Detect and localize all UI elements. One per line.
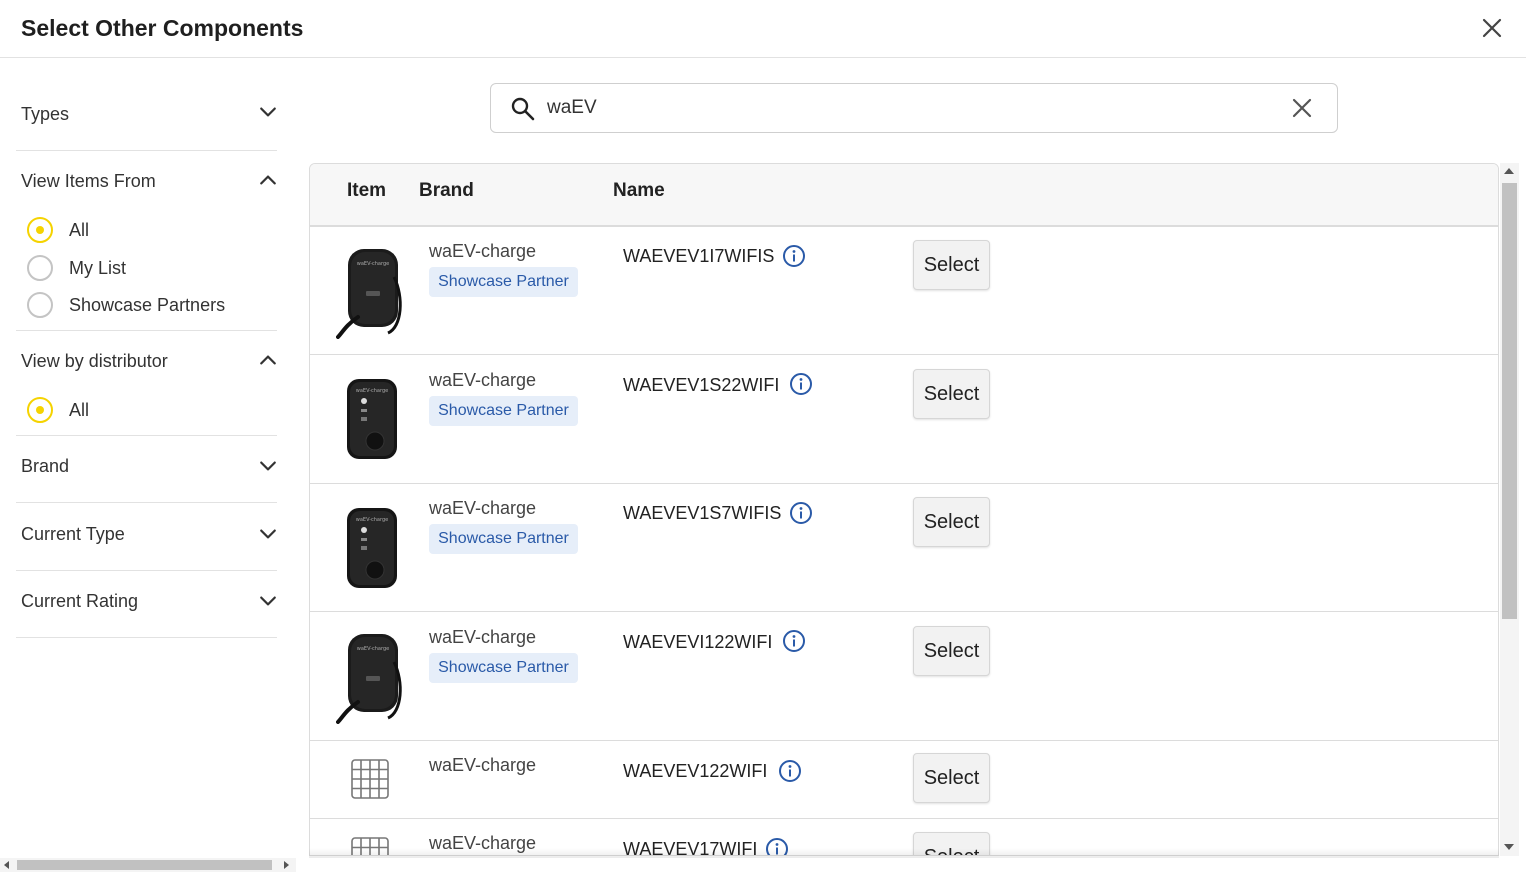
- row-product-name: WAEVEVI122WIFI: [623, 632, 773, 652]
- radio-showcase-partners[interactable]: [27, 292, 53, 318]
- select-button[interactable]: Select: [913, 240, 990, 290]
- column-header-brand: Brand: [419, 180, 474, 201]
- row-product-name: WAEVEV1S22WIFI: [623, 375, 780, 395]
- radio-option-all[interactable]: All: [24, 217, 277, 255]
- filter-current-type-header[interactable]: Current Type: [16, 503, 277, 570]
- row-brand: waEV-charge: [429, 370, 537, 390]
- filter-brand-label: Brand: [21, 456, 70, 476]
- table-header: Item Brand Name: [310, 164, 1498, 227]
- row-product-name: WAEVEV1I7WIFIS: [623, 246, 775, 266]
- showcase-partner-badge: Showcase Partner: [429, 524, 578, 554]
- filter-types-label: Types: [21, 104, 70, 124]
- select-button[interactable]: Select: [913, 497, 990, 547]
- filter-current-rating-header[interactable]: Current Rating: [16, 571, 277, 638]
- filter-current-type-label: Current Type: [21, 524, 125, 544]
- info-icon[interactable]: [789, 501, 813, 525]
- filter-view-by-distributor: View by distributor All: [16, 331, 277, 436]
- radio-distributor-all-selected[interactable]: [27, 397, 53, 423]
- filter-view-items-from-header[interactable]: View Items From: [16, 151, 277, 207]
- chevron-down-icon: [259, 457, 277, 475]
- radio-label-my-list: My List: [69, 257, 127, 278]
- scroll-right-arrow-icon[interactable]: [284, 861, 289, 869]
- row-product-name: WAEVEV1S7WIFIS: [623, 503, 782, 523]
- radio-label-all: All: [69, 220, 90, 240]
- info-icon[interactable]: [782, 629, 806, 653]
- info-icon[interactable]: [782, 244, 806, 268]
- row-brand: waEV-charge: [429, 755, 537, 775]
- filter-current-rating-label: Current Rating: [21, 591, 139, 611]
- dialog-header: Select Other Components: [0, 0, 1526, 58]
- chevron-up-icon: [259, 171, 277, 189]
- row-product-name: WAEVEV122WIFI: [623, 761, 768, 781]
- filter-view-items-from-label: View Items From: [21, 171, 156, 191]
- search-bar: [490, 83, 1338, 133]
- filter-view-by-distributor-header[interactable]: View by distributor: [16, 331, 277, 387]
- search-input[interactable]: [547, 93, 1247, 123]
- filter-current-type: Current Type: [16, 503, 277, 571]
- scroll-left-arrow-icon[interactable]: [4, 861, 9, 869]
- dialog-title: Select Other Components: [21, 15, 304, 41]
- table-row: waEV-charge WAEVEV122WIFI Select: [310, 741, 1498, 819]
- table-row: waEV-charge Showcase Partner WAEVEV1I7WI…: [310, 227, 1498, 355]
- clear-search-icon[interactable]: [1291, 97, 1313, 119]
- radio-my-list[interactable]: [27, 254, 53, 281]
- table-row: waEV-charge Showcase Partner WAEVEVI122W…: [310, 612, 1498, 741]
- radio-all-selected[interactable]: [27, 217, 53, 243]
- filter-view-by-distributor-label: View by distributor: [21, 351, 168, 371]
- showcase-partner-badge: Showcase Partner: [429, 267, 578, 297]
- showcase-partner-badge: Showcase Partner: [429, 653, 578, 683]
- scroll-up-arrow-icon[interactable]: [1504, 168, 1514, 174]
- select-button[interactable]: Select: [913, 753, 990, 803]
- row-brand: waEV-charge: [429, 498, 537, 518]
- info-icon[interactable]: [789, 372, 813, 396]
- info-icon[interactable]: [778, 759, 802, 783]
- results-table: Item Brand Name waEV-charge Showcase Par…: [309, 163, 1499, 856]
- row-brand: waEV-charge: [429, 627, 537, 647]
- filter-types-header[interactable]: Types: [16, 80, 277, 147]
- radio-label-distributor-all: All: [69, 400, 90, 420]
- radio-label-showcase-partners: Showcase Partners: [69, 295, 226, 315]
- select-button[interactable]: Select: [913, 626, 990, 676]
- column-header-name: Name: [613, 180, 665, 201]
- chevron-down-icon: [259, 592, 277, 610]
- vertical-scrollbar[interactable]: [1500, 163, 1519, 856]
- horizontal-scrollbar-thumb[interactable]: [17, 860, 272, 870]
- showcase-partner-badge: Showcase Partner: [429, 396, 578, 426]
- radio-option-showcase-partners[interactable]: Showcase Partners: [24, 292, 277, 330]
- filter-view-items-from: View Items From All My List Showcase Par…: [16, 151, 277, 331]
- filter-types: Types: [16, 80, 277, 151]
- ev-charger-box-icon: [342, 506, 402, 590]
- filter-sidebar: Types View Items From All My List Showca…: [16, 80, 277, 638]
- filter-current-rating: Current Rating: [16, 571, 277, 638]
- radio-option-distributor-all[interactable]: All: [24, 397, 277, 435]
- ev-charger-cable-icon: [336, 247, 406, 339]
- table-row: waEV-charge Showcase Partner WAEVEV1S7WI…: [310, 484, 1498, 612]
- chevron-down-icon: [259, 525, 277, 543]
- filter-brand: Brand: [16, 436, 277, 503]
- search-icon: [511, 97, 535, 121]
- filter-brand-header[interactable]: Brand: [16, 436, 277, 503]
- chevron-down-icon: [259, 103, 277, 121]
- select-button[interactable]: Select: [913, 369, 990, 419]
- chevron-up-icon: [259, 351, 277, 369]
- ev-charger-cable-icon: [336, 632, 406, 724]
- scroll-fade: [309, 848, 1499, 858]
- table-row: waEV-charge Showcase Partner WAEVEV1S22W…: [310, 355, 1498, 484]
- ev-charger-box-icon: [342, 377, 402, 461]
- horizontal-scrollbar[interactable]: [0, 858, 296, 872]
- scrollbar-thumb[interactable]: [1502, 183, 1517, 619]
- close-icon[interactable]: [1478, 14, 1506, 42]
- radio-option-my-list[interactable]: My List: [24, 254, 277, 293]
- row-brand: waEV-charge: [429, 241, 537, 261]
- scroll-down-arrow-icon[interactable]: [1504, 844, 1514, 850]
- column-header-item: Item: [347, 180, 387, 201]
- grid-placeholder-icon: [350, 758, 390, 800]
